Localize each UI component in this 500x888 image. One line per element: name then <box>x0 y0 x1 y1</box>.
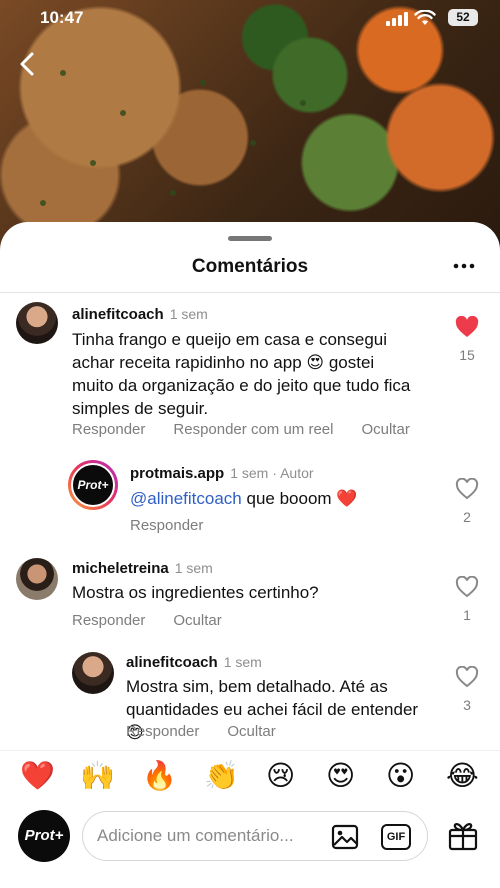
battery-indicator: 52 <box>448 9 478 26</box>
status-bar: 10:47 52 <box>0 0 500 40</box>
mention-link[interactable]: @alinefitcoach <box>130 489 242 508</box>
comment-text: Tinha frango e queijo em casa e consegui… <box>72 330 411 418</box>
drag-handle[interactable] <box>228 236 272 241</box>
comment-text: Mostra os ingredientes certinho? <box>72 583 319 602</box>
reply-button[interactable]: Responder <box>72 612 145 629</box>
emoji-heart[interactable]: ❤️ <box>20 759 55 793</box>
gift-icon[interactable] <box>446 818 480 852</box>
like-button[interactable]: 2 <box>452 477 482 525</box>
gif-button[interactable]: GIF <box>381 824 411 850</box>
username-text[interactable]: alinefitcoach <box>72 306 164 323</box>
comment-time: 1 sem <box>230 465 269 481</box>
status-time: 10:47 <box>40 8 84 27</box>
emoji-heart-eyes[interactable]: 😍 <box>326 759 355 793</box>
cellular-signal-icon <box>386 12 408 26</box>
reply-button[interactable]: Responder <box>126 723 199 740</box>
comment-actions: Responder <box>130 517 231 534</box>
comment-username[interactable]: protmais.app 1 sem · Autor <box>130 465 314 482</box>
like-count: 15 <box>459 347 475 363</box>
avatar[interactable] <box>72 652 114 694</box>
emoji-wow[interactable]: 😮 <box>386 759 415 793</box>
current-user-avatar: Prot+ <box>18 810 70 862</box>
reply-button[interactable]: Responder <box>130 517 203 534</box>
back-icon[interactable] <box>14 48 42 80</box>
comment-time: 1 sem <box>174 560 213 576</box>
comment-reply: Prot+ protmais.app 1 sem · Autor @alinefit… <box>0 458 500 538</box>
reply-button[interactable]: Responder <box>72 421 145 438</box>
comment-username[interactable]: micheletreina 1 sem <box>72 560 213 577</box>
comment-actions: Responder Responder com um reel Ocultar <box>72 421 438 438</box>
avatar-label: Prot+ <box>71 463 115 507</box>
emoji-fire[interactable]: 🔥 <box>142 759 177 793</box>
emoji-clap[interactable]: 👏 <box>204 759 239 793</box>
like-count: 2 <box>463 509 471 525</box>
comment-username[interactable]: alinefitcoach 1 sem <box>126 654 262 671</box>
wifi-icon <box>414 10 436 25</box>
like-count: 3 <box>463 697 471 713</box>
sheet-divider <box>0 292 500 293</box>
image-icon[interactable] <box>331 824 359 850</box>
heart-outline-icon <box>455 575 479 598</box>
hide-button[interactable]: Ocultar <box>173 612 221 629</box>
like-button[interactable]: 15 <box>452 315 482 363</box>
comment-actions: Responder Ocultar <box>72 612 250 629</box>
reply-with-reel-button[interactable]: Responder com um reel <box>173 421 333 438</box>
comment-text: @alinefitcoach que booom ❤️ <box>130 487 410 510</box>
more-options-icon[interactable] <box>452 256 476 276</box>
comment-item: micheletreina 1 sem Mostra os ingrediente… <box>0 556 500 636</box>
hide-button[interactable]: Ocultar <box>227 723 275 740</box>
comment-composer: Prot+ GIF <box>0 806 500 870</box>
emoji-reaction-bar: ❤️ 🙌 🔥 👏 😢 😍 😮 😂 <box>0 750 500 800</box>
heart-filled-icon <box>455 315 479 337</box>
hide-button[interactable]: Ocultar <box>361 421 409 438</box>
comment-username[interactable]: alinefitcoach 1 sem <box>72 306 208 323</box>
like-button[interactable]: 3 <box>452 665 482 713</box>
comment-body: que booom ❤️ <box>241 489 358 508</box>
heart-outline-icon <box>455 477 479 500</box>
avatar[interactable]: Prot+ <box>68 460 118 510</box>
comment-input[interactable] <box>97 824 317 848</box>
avatar[interactable] <box>16 302 58 344</box>
username-text[interactable]: micheletreina <box>72 560 169 577</box>
emoji-laughing[interactable]: 😂 <box>446 759 479 793</box>
like-count: 1 <box>463 607 471 623</box>
emoji-crying[interactable]: 😢 <box>266 759 295 793</box>
avatar[interactable] <box>16 558 58 600</box>
heart-outline-icon <box>455 665 479 688</box>
comment-item: alinefitcoach 1 sem Tinha frango e queijo… <box>0 300 500 450</box>
comment-time: 1 sem <box>169 306 208 322</box>
emoji-raised-hands[interactable]: 🙌 <box>80 759 115 793</box>
username-text[interactable]: protmais.app <box>130 465 224 482</box>
sheet-title: Comentários <box>191 256 309 277</box>
author-badge: · Autor <box>272 465 314 481</box>
like-button[interactable]: 1 <box>452 575 482 623</box>
comment-reply: alinefitcoach 1 sem Mostra sim, bem detal… <box>0 650 500 750</box>
comment-time: 1 sem <box>223 654 262 670</box>
comment-input-container: GIF <box>82 811 428 861</box>
username-text[interactable]: alinefitcoach <box>126 654 218 671</box>
comment-actions: Responder Ocultar <box>126 723 304 740</box>
